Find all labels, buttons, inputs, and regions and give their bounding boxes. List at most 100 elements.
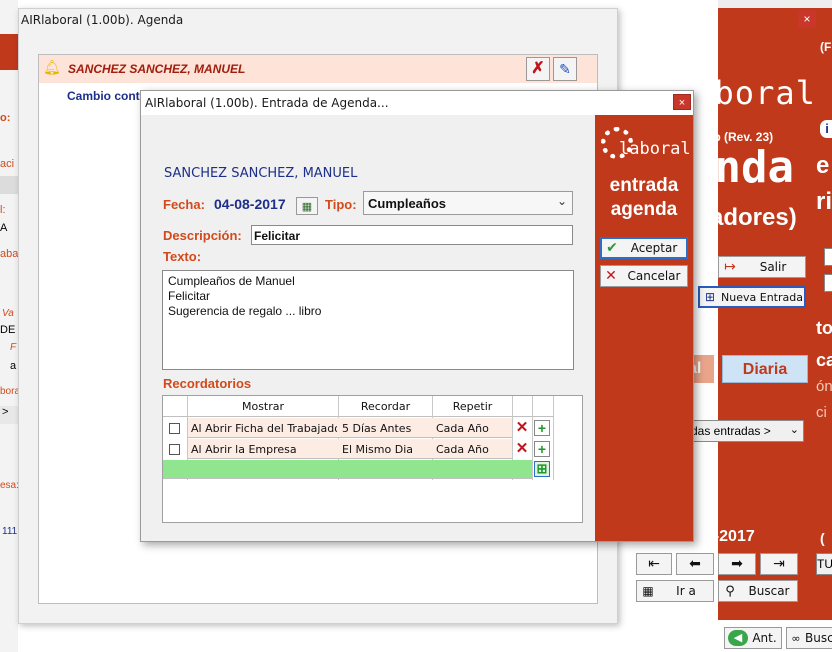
edge-text: (	[820, 530, 825, 546]
col-divider	[532, 396, 533, 480]
cross-icon: ✕	[605, 268, 617, 284]
add-icon: ⊞	[536, 461, 548, 476]
row-mostrar: Al Abrir la Empresa	[191, 443, 297, 456]
tipo-label: Tipo:	[325, 197, 357, 212]
ant-button[interactable]: ◀ Ant.	[724, 627, 782, 649]
bg-fragment: 111	[2, 526, 18, 537]
new-entry-icon: ⊞	[704, 290, 716, 304]
row-add-button[interactable]: +	[534, 441, 550, 457]
tipo-select[interactable]: Cumpleaños ⌄	[363, 191, 573, 215]
new-row[interactable]	[163, 460, 532, 479]
prev-button[interactable]: ⬅	[676, 553, 714, 575]
agenda-subtitle: Cambio contr	[67, 89, 145, 103]
bg-fragment-bar	[0, 176, 18, 194]
buscar-button[interactable]: ⚲ Buscar	[718, 580, 798, 602]
bell-icon: 🔔︎	[43, 59, 61, 75]
delete-entry-button[interactable]: ✗	[526, 57, 550, 81]
delete-icon: ✕	[515, 419, 529, 436]
dialog-titlebar: AIRlaboral (1.00b). Entrada de Agenda...…	[141, 91, 693, 115]
edge-text: (F	[820, 40, 832, 54]
row-delete-button[interactable]: ✕	[514, 420, 530, 436]
texto-line: Felicitar	[168, 289, 211, 303]
edge-box	[824, 248, 832, 266]
main-title-big: enda	[688, 142, 794, 193]
column-header-repetir: Repetir	[452, 400, 493, 413]
check-icon: ✔	[606, 240, 618, 256]
fecha-label: Fecha:	[163, 197, 205, 212]
main-close-button[interactable]: ×	[798, 10, 816, 28]
column-header-recordar: Recordar	[360, 400, 411, 413]
dialog-worker-name: SANCHEZ SANCHEZ, MANUEL	[164, 166, 358, 181]
fecha-value[interactable]: 04-08-2017	[214, 196, 286, 212]
row-recordar: 5 Días Antes	[342, 422, 412, 435]
row-delete-button[interactable]: ✕	[514, 441, 530, 457]
row-add-button[interactable]: +	[534, 420, 550, 436]
dialog-close-button[interactable]: ×	[673, 94, 691, 110]
bg-fragment: aci	[0, 158, 15, 170]
entries-dropdown-value: das entradas >	[691, 424, 771, 438]
agenda-header: 🔔︎ SANCHEZ SANCHEZ, MANUEL ✗ ✎	[39, 55, 597, 83]
tab-diaria[interactable]: Diaria	[722, 355, 808, 383]
cancelar-label: Cancelar	[627, 269, 681, 283]
edge-text: ca	[816, 350, 832, 370]
recordatorios-label: Recordatorios	[163, 376, 252, 391]
bg-fragment: A	[0, 222, 8, 234]
calendar-icon: ▦	[301, 201, 313, 213]
bg-fragment: esa:	[0, 480, 19, 491]
last-button[interactable]: ⇥	[760, 553, 798, 575]
buscar-label: Buscar	[748, 584, 790, 598]
next-icon: ➡	[731, 556, 743, 572]
binoculars-icon: ∞	[791, 631, 801, 645]
entry-dialog: AIRlaboral (1.00b). Entrada de Agenda...…	[140, 90, 694, 542]
new-row-add-button[interactable]: ⊞	[534, 461, 550, 477]
texto-line: Cumpleaños de Manuel	[168, 274, 295, 288]
recordatorios-table: Mostrar Recordar Repetir Al Abrir Ficha …	[162, 395, 583, 523]
search-icon: ⚲	[725, 583, 735, 599]
row-checkbox[interactable]	[169, 444, 180, 455]
texto-textarea[interactable]: Cumpleaños de Manuel Felicitar Sugerenci…	[162, 270, 574, 370]
edge-text: ri	[816, 188, 832, 215]
next-button[interactable]: ➡	[718, 553, 756, 575]
edge-info-icon: i	[820, 120, 832, 138]
row-mostrar: Al Abrir Ficha del Trabajador	[191, 422, 337, 435]
descripcion-input[interactable]: Felicitar	[251, 225, 573, 245]
calendar-button[interactable]: ▦	[296, 197, 318, 215]
ir-a-button[interactable]: ▦ Ir a	[636, 580, 714, 602]
aceptar-label: Aceptar	[630, 241, 678, 255]
goto-icon: ▦	[642, 584, 654, 598]
bg-fragment: bora	[0, 386, 21, 397]
add-icon: +	[537, 441, 547, 457]
entries-dropdown[interactable]: das entradas > ⌄	[686, 420, 804, 442]
bg-left-red-band	[0, 34, 18, 70]
edit-entry-button[interactable]: ✎	[553, 57, 577, 81]
bg-fragment: l:	[0, 204, 6, 216]
side-title-1: entrada	[609, 175, 679, 196]
column-header-mostrar: Mostrar	[241, 400, 285, 413]
back-icon: ◀	[728, 630, 748, 646]
first-button[interactable]: ⇤	[636, 553, 672, 575]
bg-fragment: Va	[2, 308, 14, 319]
edge-text: e	[816, 152, 830, 179]
bg-fragment: a	[10, 360, 17, 372]
salir-button[interactable]: ↦ Salir	[718, 256, 806, 278]
edge-text: ci	[816, 404, 827, 421]
texto-label: Texto:	[163, 249, 202, 264]
nueva-entrada-button[interactable]: ⊞ Nueva Entrada	[698, 286, 806, 308]
chevron-down-icon: ⌄	[556, 194, 567, 208]
ant-label: Ant.	[752, 631, 777, 645]
edge-box	[824, 274, 832, 292]
edge-text: to	[816, 318, 832, 338]
row-repetir: Cada Año	[436, 443, 489, 456]
bg-fragment: >	[0, 406, 18, 424]
main-logo-text: laboral	[674, 74, 816, 112]
delete-icon: ✕	[515, 440, 529, 457]
chevron-down-icon: ⌄	[789, 424, 799, 436]
main-app-top-strip	[718, 0, 832, 8]
row-checkbox[interactable]	[169, 423, 180, 434]
tipo-select-value: Cumpleaños	[368, 196, 447, 211]
busc-button[interactable]: ∞ Busc	[786, 627, 832, 649]
add-icon: +	[537, 420, 547, 436]
aceptar-button[interactable]: ✔ Aceptar	[600, 237, 688, 259]
cancelar-button[interactable]: ✕ Cancelar	[600, 265, 688, 287]
descripcion-value: Felicitar	[254, 229, 301, 243]
